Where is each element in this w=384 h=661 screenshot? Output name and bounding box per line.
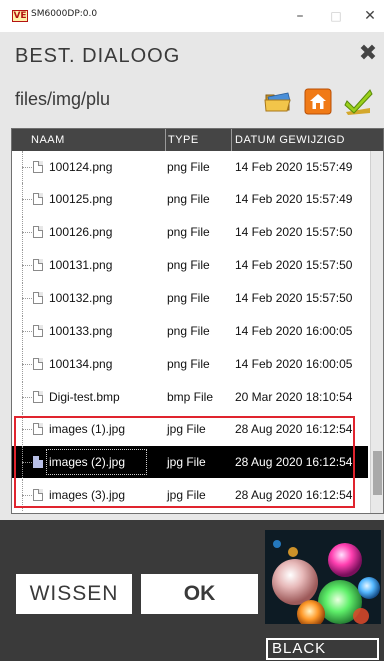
file-date: 14 Feb 2020 15:57:50: [235, 258, 353, 272]
file-type: jpg File: [167, 488, 206, 502]
file-date: 28 Aug 2020 16:12:54: [235, 455, 353, 469]
file-type: bmp File: [167, 390, 214, 404]
bottom-action-bar: WISSEN OK BLACK: [0, 520, 384, 661]
file-type: jpg File: [167, 455, 206, 469]
color-name-label[interactable]: BLACK: [266, 638, 379, 660]
file-icon: [33, 358, 43, 370]
file-type: png File: [167, 357, 210, 371]
file-name: images (3).jpg: [49, 488, 126, 502]
file-type: png File: [167, 258, 210, 272]
image-preview: [265, 530, 381, 624]
file-icon: [33, 456, 43, 468]
file-date: 14 Feb 2020 15:57:50: [235, 225, 353, 239]
column-header-type[interactable]: TYPE: [168, 134, 199, 146]
vertical-scrollbar[interactable]: [370, 151, 383, 513]
file-icon: [33, 423, 43, 435]
file-date: 14 Feb 2020 15:57:49: [235, 192, 353, 206]
file-type: png File: [167, 291, 210, 305]
minimize-button[interactable]: –: [290, 6, 310, 26]
file-dialog: BEST. DIALOOG ✖ files/img/plu NAAM TYPE: [0, 32, 384, 661]
folder-open-icon[interactable]: [263, 86, 293, 116]
column-divider[interactable]: [231, 129, 232, 151]
home-icon[interactable]: [303, 86, 333, 116]
clear-button[interactable]: WISSEN: [16, 574, 132, 614]
file-row[interactable]: 100126.png png File 14 Feb 2020 15:57:50: [12, 216, 368, 248]
file-name: 100125.png: [49, 192, 113, 206]
file-list: NAAM TYPE DATUM GEWIJZIGD 100124.png png…: [11, 128, 384, 514]
file-name: 100134.png: [49, 357, 113, 371]
file-type: png File: [167, 160, 210, 174]
current-path: files/img/plu: [15, 89, 111, 109]
dialog-title: BEST. DIALOOG: [15, 45, 181, 67]
file-name: 100124.png: [49, 160, 113, 174]
file-icon: [33, 259, 43, 271]
file-icon: [33, 193, 43, 205]
file-date: 14 Feb 2020 15:57:50: [235, 291, 353, 305]
file-icon: [33, 325, 43, 337]
file-name: Digi-test.bmp: [49, 390, 120, 404]
app-logo-icon: VE: [12, 10, 28, 22]
window-close-button[interactable]: ✕: [360, 6, 380, 26]
window-title: SM6000DP:0.0: [31, 9, 98, 19]
column-header-date[interactable]: DATUM GEWIJZIGD: [235, 134, 345, 146]
file-row[interactable]: 100134.png png File 14 Feb 2020 16:00:05: [12, 348, 368, 380]
file-name: images (2).jpg: [49, 455, 126, 469]
dialog-close-button[interactable]: ✖: [357, 42, 379, 66]
file-row[interactable]: images (3).jpg jpg File 28 Aug 2020 16:1…: [12, 479, 368, 511]
file-name: 100126.png: [49, 225, 113, 239]
file-row[interactable]: Digi-test.bmp bmp File 20 Mar 2020 18:10…: [12, 381, 368, 413]
window-titlebar: VE SM6000DP:0.0 – □ ✕: [0, 0, 384, 32]
file-name: 100133.png: [49, 324, 113, 338]
file-icon: [33, 489, 43, 501]
file-list-header: NAAM TYPE DATUM GEWIJZIGD: [12, 129, 383, 151]
file-row[interactable]: 100125.png png File 14 Feb 2020 15:57:49: [12, 183, 368, 215]
file-date: 14 Feb 2020 16:00:05: [235, 357, 353, 371]
file-date: 28 Aug 2020 16:12:54: [235, 488, 353, 502]
maximize-button[interactable]: □: [326, 6, 346, 26]
ok-button[interactable]: OK: [141, 574, 258, 614]
file-icon: [33, 161, 43, 173]
file-row-selected[interactable]: images (2).jpg jpg File 28 Aug 2020 16:1…: [12, 446, 368, 478]
file-row[interactable]: 100133.png png File 14 Feb 2020 16:00:05: [12, 315, 368, 347]
file-row[interactable]: 100132.png png File 14 Feb 2020 15:57:50: [12, 282, 368, 314]
file-row[interactable]: images (1).jpg jpg File 28 Aug 2020 16:1…: [12, 413, 368, 445]
file-name: images (1).jpg: [49, 422, 126, 436]
file-icon: [33, 226, 43, 238]
scrollbar-thumb[interactable]: [373, 451, 382, 495]
file-name: 100132.png: [49, 291, 113, 305]
file-date: 14 Feb 2020 16:00:05: [235, 324, 353, 338]
file-row[interactable]: 100131.png png File 14 Feb 2020 15:57:50: [12, 249, 368, 281]
checkmark-icon[interactable]: [342, 86, 373, 116]
file-row[interactable]: 100124.png png File 14 Feb 2020 15:57:49: [12, 151, 368, 183]
file-type: png File: [167, 192, 210, 206]
file-type: png File: [167, 225, 210, 239]
file-date: 14 Feb 2020 15:57:49: [235, 160, 353, 174]
file-type: jpg File: [167, 422, 206, 436]
file-date: 20 Mar 2020 18:10:54: [235, 390, 353, 404]
file-icon: [33, 391, 43, 403]
column-divider[interactable]: [165, 129, 166, 151]
column-header-name[interactable]: NAAM: [31, 134, 65, 146]
file-name: 100131.png: [49, 258, 113, 272]
file-type: png File: [167, 324, 210, 338]
file-icon: [33, 292, 43, 304]
file-date: 28 Aug 2020 16:12:54: [235, 422, 353, 436]
